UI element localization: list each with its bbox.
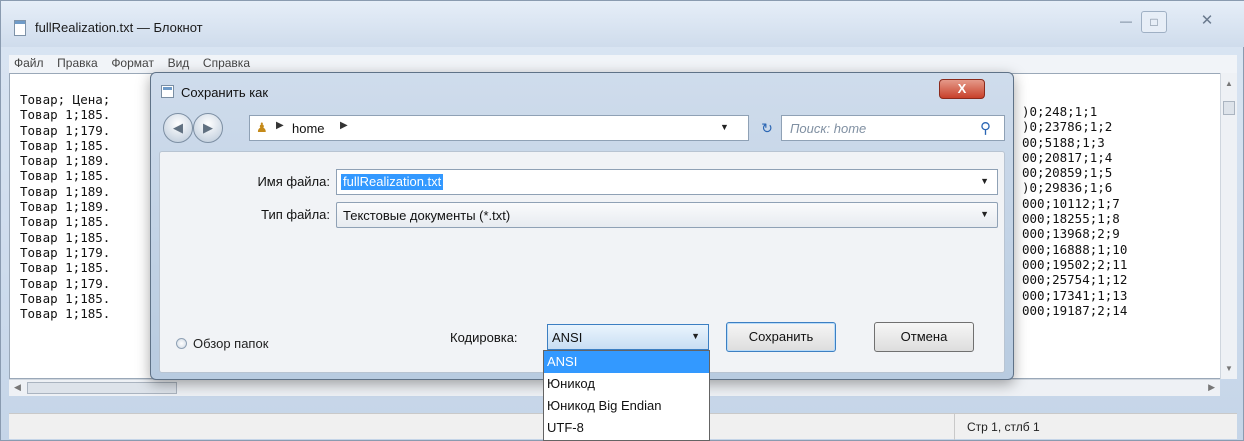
encoding-label: Кодировка: [450,330,518,345]
editor-text-right: )0;248;1;1)0;23786;1;2 00;5188;1;3 00;2081… [1022,104,1127,318]
dialog-body: Имя файла: fullRealization.txt ▼ Тип фай… [159,151,1005,373]
dialog-close-button[interactable]: X [939,79,985,99]
editor-line-left: Товар 1;185. [20,229,111,245]
editor-line-right: )0;23786;1;2 [1022,119,1113,135]
filename-label: Имя файла: [257,174,330,189]
encoding-option-ansi[interactable]: ANSI [544,351,709,373]
browse-folders-label: Обзор папок [193,336,269,351]
notepad-titlebar: fullRealization.txt — Блокнот — □ ✕ [1,1,1244,47]
chevron-down-icon[interactable]: ▼ [980,176,989,186]
close-button[interactable]: ✕ [1181,11,1233,33]
encoding-option-utf8[interactable]: UTF-8 [544,417,709,439]
menu-format[interactable]: Формат [106,55,159,71]
address-dropdown-icon[interactable]: ▼ [720,122,729,132]
encoding-option-unicode[interactable]: Юникод [544,373,709,395]
breadcrumb-chevron-icon[interactable]: ▶ [340,120,348,131]
encoding-select[interactable]: ANSI ▼ [547,324,709,350]
search-input[interactable]: Поиск: home ⚲ [781,115,1005,141]
scroll-up-icon[interactable]: ▲ [1225,79,1233,88]
editor-line-right: 000;17341;1;13 [1022,287,1128,303]
editor-line-right: )0;248;1;1 [1022,104,1098,119]
forward-arrow-icon[interactable]: ▶ [193,113,223,143]
editor-line-right: 000;18255;1;8 [1022,211,1120,227]
editor-line-right: 000;10112;1;7 [1022,195,1120,211]
menu-bar: Файл Правка Формат Вид Справка [9,55,1237,73]
expand-icon[interactable] [176,338,187,349]
editor-line-left: Товар 1;179. [20,275,111,291]
filetype-select[interactable]: Текстовые документы (*.txt) ▼ [336,202,998,228]
scroll-down-icon[interactable]: ▼ [1225,364,1233,373]
chevron-down-icon[interactable]: ▼ [691,331,700,341]
encoding-option-unicode-big-endian[interactable]: Юникод Big Endian [544,395,709,417]
editor-line-right: 000;19502;2;11 [1022,256,1128,272]
editor-line-left: Товар 1;179. [20,244,111,260]
editor-line-left: Товар 1;185. [20,260,111,276]
editor-line-left: Товар 1;189. [20,153,111,169]
editor-line-left: Товар 1;185. [20,306,111,322]
editor-line-left: Товар 1;185. [20,214,111,230]
scroll-left-icon[interactable]: ◀ [14,382,21,393]
refresh-icon[interactable]: ↻ [755,115,779,141]
notepad-title: fullRealization.txt — Блокнот [35,20,203,35]
editor-line-right: 00;5188;1;3 [1022,134,1105,150]
search-icon[interactable]: ⚲ [980,119,991,137]
cursor-position: Стр 1, стлб 1 [954,414,1040,440]
scroll-right-icon[interactable]: ▶ [1208,382,1215,393]
editor-line-left: Товар 1;185. [20,107,111,123]
editor-line-right: )0;29836;1;6 [1022,180,1113,196]
editor-line-left: Товар 1;185. [20,168,111,184]
editor-line-left: Товар 1;189. [20,183,111,199]
vertical-scrollbar[interactable]: ▲ ▼ [1220,73,1237,379]
browse-folders-toggle[interactable]: Обзор папок [176,336,268,351]
dialog-app-icon [161,85,174,98]
menu-edit[interactable]: Правка [52,55,103,71]
editor-text-left: Товар; Цена; Товар 1;185. Товар 1;179. Това… [20,92,110,321]
encoding-value: ANSI [552,330,583,345]
menu-file[interactable]: Файл [9,55,49,71]
editor-line-right: 000;16888;1;10 [1022,241,1128,257]
editor-line-left: Товар; Цена; [20,92,111,107]
encoding-options-list: ANSI Юникод Юникод Big Endian UTF-8 [543,350,710,441]
filename-value[interactable]: fullRealization.txt [341,174,444,190]
editor-line-left: Товар 1;189. [20,199,111,215]
editor-line-left: Товар 1;179. [20,122,111,138]
user-folder-icon: ♟ [256,120,268,135]
screen: fullRealization.txt — Блокнот — □ ✕ Файл… [0,0,1244,441]
horizontal-scroll-thumb[interactable] [27,382,177,394]
editor-line-left: Товар 1;185. [20,137,111,153]
filename-field[interactable]: fullRealization.txt ▼ [336,169,998,195]
editor-line-right: 00;20859;1;5 [1022,165,1113,181]
breadcrumb-home[interactable]: home [292,121,325,136]
cancel-button[interactable]: Отмена [874,322,974,352]
filetype-value: Текстовые документы (*.txt) [343,208,511,223]
navigation-row: ◀ ▶ ♟ ▶ home ▶ ▼ ↻ Поиск: home ⚲ [159,111,1005,143]
chevron-down-icon[interactable]: ▼ [980,209,989,219]
address-bar[interactable]: ♟ ▶ home ▶ ▼ [249,115,749,141]
vertical-scroll-thumb[interactable] [1223,101,1235,115]
search-placeholder: Поиск: home [790,121,867,136]
editor-line-right: 000;19187;2;14 [1022,302,1128,318]
back-arrow-icon[interactable]: ◀ [163,113,193,143]
notepad-app-icon [14,20,26,36]
maximize-button[interactable]: □ [1141,11,1167,33]
editor-line-right: 00;20817;1;4 [1022,149,1113,165]
menu-help[interactable]: Справка [198,55,255,71]
save-as-dialog: Сохранить как X ◀ ▶ ♟ ▶ home ▶ ▼ ↻ Поиск… [150,72,1014,380]
editor-line-right: 000;25754;1;12 [1022,272,1128,288]
breadcrumb-chevron-icon[interactable]: ▶ [276,120,284,131]
menu-view[interactable]: Вид [163,55,195,71]
filetype-label: Тип файла: [261,207,330,222]
dialog-title: Сохранить как [181,85,269,100]
save-button[interactable]: Сохранить [726,322,836,352]
editor-line-left: Товар 1;185. [20,290,111,306]
minimize-button[interactable]: — [1113,11,1139,33]
editor-line-right: 000;13968;2;9 [1022,226,1120,242]
